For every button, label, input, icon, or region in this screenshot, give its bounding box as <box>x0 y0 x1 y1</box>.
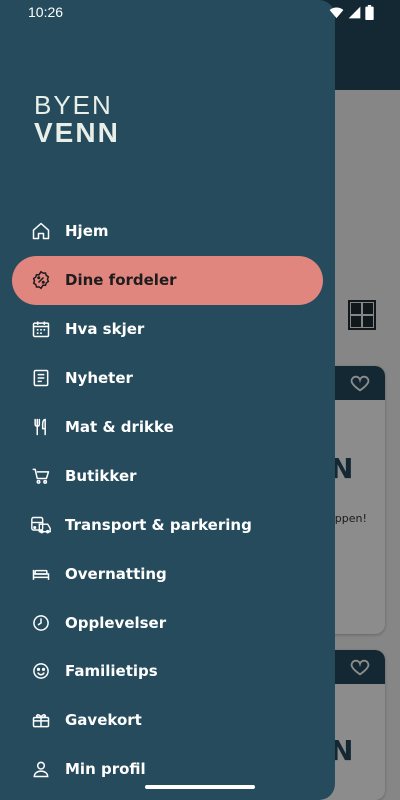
menu-item-label: Hjem <box>65 222 109 241</box>
menu-item-transport-parkering[interactable]: Transport & parkering <box>12 500 323 549</box>
menu-item-label: Nyheter <box>65 369 133 388</box>
logo-line-bottom: VENN <box>34 117 120 148</box>
menu-item-opplevelser[interactable]: Opplevelser <box>12 598 323 647</box>
navigation-drawer: BYEN VENN Hjem Dine fordeler Hva skjer N… <box>0 0 335 800</box>
cellular-signal-icon <box>348 6 361 19</box>
menu-item-label: Gavekort <box>65 711 142 730</box>
bed-icon <box>30 563 52 585</box>
status-bar: 10:26 <box>0 0 400 26</box>
clock-icon <box>30 612 52 634</box>
menu-item-butikker[interactable]: Butikker <box>12 451 323 500</box>
battery-icon <box>365 5 374 20</box>
person-icon <box>30 758 52 780</box>
logo-line-top: BYEN <box>34 90 113 120</box>
menu-item-hva-skjer[interactable]: Hva skjer <box>12 305 323 354</box>
menu-item-label: Hva skjer <box>65 320 145 339</box>
status-icons <box>329 5 374 20</box>
menu-item-label: Butikker <box>65 466 137 485</box>
menu-item-mat-drikke[interactable]: Mat & drikke <box>12 403 323 452</box>
menu-item-dine-fordeler[interactable]: Dine fordeler <box>12 255 323 305</box>
drawer-menu: Hjem Dine fordeler Hva skjer Nyheter Mat… <box>12 207 323 794</box>
menu-item-overnatting[interactable]: Overnatting <box>12 549 323 598</box>
menu-item-label: Familietips <box>65 662 158 681</box>
status-time: 10:26 <box>28 4 64 20</box>
menu-item-nyheter[interactable]: Nyheter <box>12 354 323 403</box>
menu-item-label: Opplevelser <box>65 613 167 632</box>
wifi-icon <box>329 7 344 19</box>
calendar-icon <box>30 318 52 340</box>
shopping-cart-icon <box>30 465 52 487</box>
vehicles-icon <box>30 514 52 536</box>
document-icon <box>30 367 52 389</box>
gift-card-icon <box>30 709 52 731</box>
fork-knife-icon <box>30 416 52 438</box>
discount-badge-icon <box>30 269 52 291</box>
menu-item-gavekort[interactable]: Gavekort <box>12 696 323 745</box>
menu-item-hjem[interactable]: Hjem <box>12 207 323 256</box>
smiley-icon <box>30 660 52 682</box>
menu-item-label: Min profil <box>65 760 146 779</box>
home-icon <box>30 220 52 242</box>
menu-item-label: Transport & parkering <box>65 515 252 534</box>
gesture-nav-handle[interactable] <box>145 785 255 789</box>
menu-item-label: Mat & drikke <box>65 418 174 436</box>
menu-item-label: Dine fordeler <box>65 271 177 290</box>
menu-item-familietips[interactable]: Familietips <box>12 647 323 696</box>
app-logo: BYEN VENN <box>34 92 120 148</box>
menu-item-label: Overnatting <box>65 564 167 583</box>
